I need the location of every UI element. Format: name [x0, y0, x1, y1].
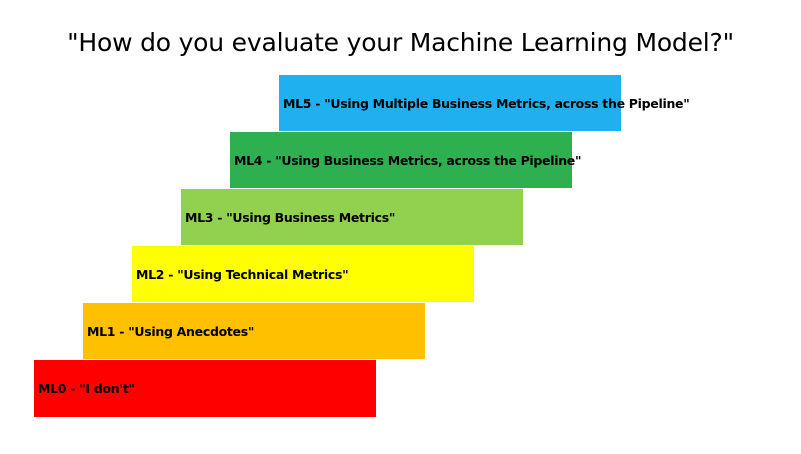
step-ml4: ML4 - "Using Business Metrics, across th…	[230, 132, 582, 188]
step-ml1-label: ML1 - "Using Anecdotes"	[87, 323, 255, 339]
step-ml1: ML1 - "Using Anecdotes"	[83, 303, 425, 359]
step-ml3-label: ML3 - "Using Business Metrics"	[185, 209, 396, 225]
step-ml3: ML3 - "Using Business Metrics"	[181, 189, 523, 245]
step-ml2: ML2 - "Using Technical Metrics"	[132, 246, 474, 302]
maturity-staircase: ML0 - "I don't" ML1 - "Using Anecdotes" …	[0, 0, 801, 454]
step-ml0-label: ML0 - "I don't"	[38, 381, 135, 396]
step-ml5: ML5 - "Using Multiple Business Metrics, …	[279, 75, 690, 131]
step-ml0: ML0 - "I don't"	[34, 360, 376, 417]
step-ml5-label: ML5 - "Using Multiple Business Metrics, …	[283, 95, 690, 111]
step-ml4-label: ML4 - "Using Business Metrics, across th…	[234, 152, 582, 168]
step-ml2-label: ML2 - "Using Technical Metrics"	[136, 266, 349, 282]
